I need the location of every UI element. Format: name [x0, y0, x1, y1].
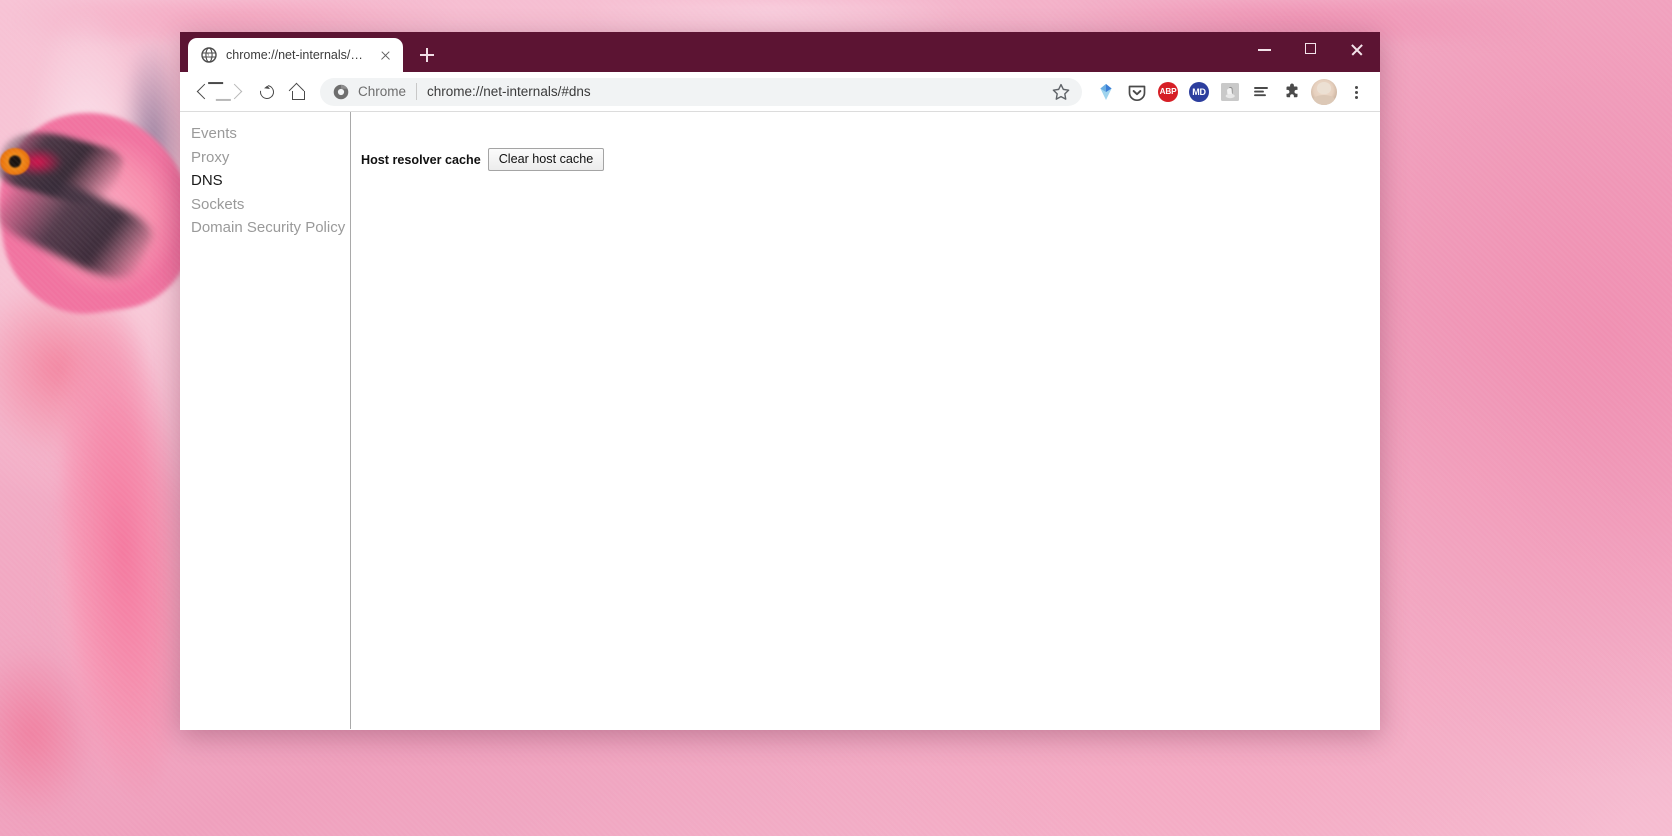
back-button[interactable] — [190, 77, 219, 106]
reading-list-extension-icon[interactable] — [1247, 78, 1275, 106]
window-controls — [1242, 32, 1380, 72]
omnibox-brand-label: Chrome — [358, 84, 407, 99]
reload-button[interactable] — [252, 77, 281, 106]
home-button[interactable] — [283, 77, 312, 106]
close-button[interactable] — [1334, 32, 1380, 66]
pocket-extension-icon[interactable] — [1123, 78, 1151, 106]
host-resolver-row: Host resolver cache Clear host cache — [361, 148, 1380, 171]
md-extension-icon[interactable]: MD — [1185, 78, 1213, 106]
sidebar-item-proxy[interactable]: Proxy — [191, 146, 350, 170]
minimize-button[interactable] — [1242, 32, 1288, 66]
sidebar-item-events[interactable]: Events — [191, 122, 350, 146]
net-internals-sidebar: Events Proxy DNS Sockets Domain Security… — [180, 112, 351, 729]
adblock-plus-badge-label: ABP — [1158, 81, 1178, 102]
chrome-menu-button[interactable] — [1342, 78, 1370, 106]
sidebar-item-dns[interactable]: DNS — [191, 169, 350, 193]
maximize-button[interactable] — [1288, 32, 1334, 66]
sidebar-item-domain-security-policy[interactable]: Domain Security Policy — [191, 216, 350, 240]
host-resolver-cache-label: Host resolver cache — [361, 152, 481, 167]
bookmark-star-icon[interactable] — [1050, 81, 1072, 103]
grey-extension-icon[interactable] — [1216, 78, 1244, 106]
chrome-logo-icon — [333, 84, 349, 100]
tab-strip: chrome://net-internals/#dns — [180, 32, 1380, 72]
clear-host-cache-button[interactable]: Clear host cache — [487, 148, 605, 171]
globe-icon — [201, 47, 217, 63]
dns-panel: Host resolver cache Clear host cache — [351, 112, 1380, 729]
extension-icons: ABP MD — [1092, 78, 1306, 106]
tab-title: chrome://net-internals/#dns — [226, 48, 368, 62]
browser-toolbar: Chrome chrome://net-internals/#dns ABP M… — [180, 72, 1380, 112]
adblock-plus-extension-icon[interactable]: ABP — [1154, 78, 1182, 106]
yandex-extension-icon[interactable] — [1092, 78, 1120, 106]
browser-window: chrome://net-internals/#dns Chrome chrom… — [180, 32, 1380, 730]
net-internals-page: Events Proxy DNS Sockets Domain Security… — [180, 112, 1380, 729]
tab-close-icon[interactable] — [377, 47, 394, 64]
omnibox-url-text[interactable]: chrome://net-internals/#dns — [427, 84, 591, 99]
address-bar[interactable]: Chrome chrome://net-internals/#dns — [320, 77, 1082, 106]
avatar[interactable] — [1311, 78, 1337, 105]
new-tab-button[interactable] — [413, 41, 441, 69]
extensions-puzzle-icon[interactable] — [1278, 78, 1306, 106]
sidebar-item-sockets[interactable]: Sockets — [191, 193, 350, 217]
omnibox-divider — [416, 83, 418, 100]
desktop-wallpaper: chrome://net-internals/#dns Chrome chrom… — [0, 0, 1672, 836]
browser-tab[interactable]: chrome://net-internals/#dns — [188, 38, 403, 72]
md-badge-label: MD — [1189, 81, 1209, 102]
forward-button[interactable] — [221, 77, 250, 106]
